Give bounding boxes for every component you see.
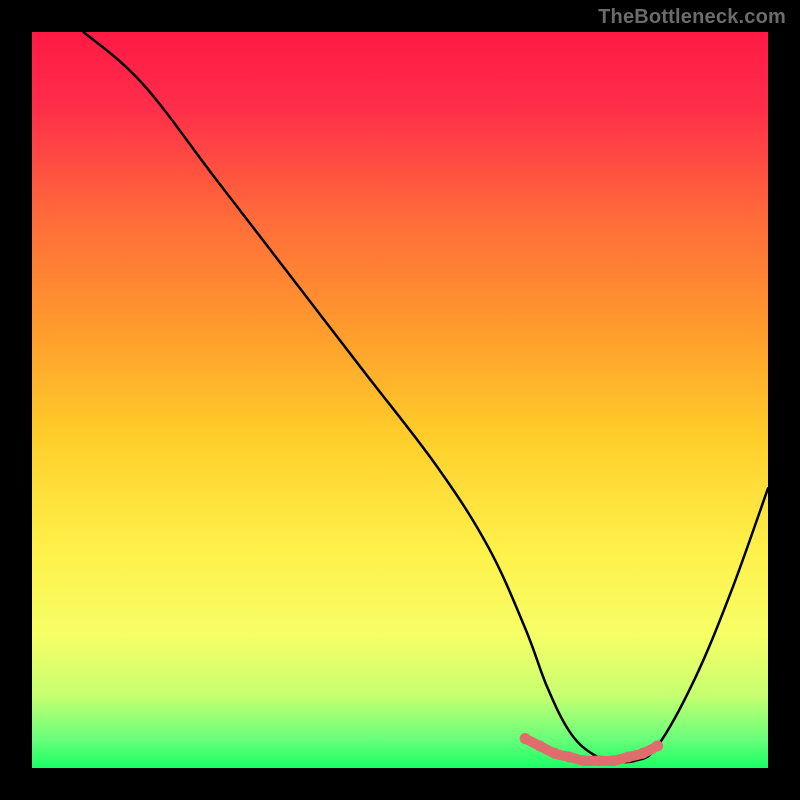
chart-background-gradient <box>32 32 768 768</box>
chart-frame: TheBottleneck.com <box>0 0 800 800</box>
chart-plot-area <box>32 32 768 768</box>
watermark-text: TheBottleneck.com <box>598 6 786 29</box>
